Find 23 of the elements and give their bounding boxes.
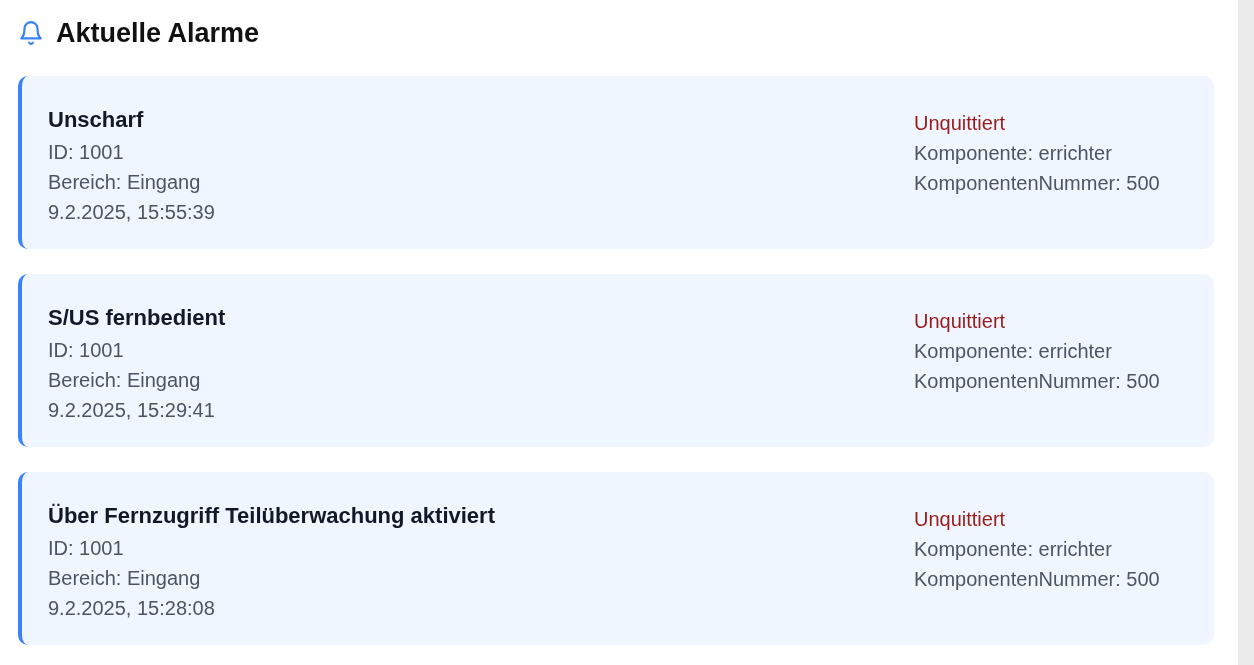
alarm-time: 9.2.2025, 15:28:08 (48, 596, 216, 621)
alarm-component: Komponente: errichter (914, 339, 1113, 364)
alarm-title: Unscharf (48, 106, 145, 134)
alarm-title: S/US fernbedient (48, 304, 226, 332)
alarm-id: ID: 1001 (48, 338, 125, 363)
alarm-status: Unquittiert (914, 111, 1007, 136)
alarm-status: Unquittiert (914, 309, 1007, 334)
alarm-area: Bereich: Eingang (48, 563, 495, 593)
alarm-area: Bereich: Eingang (48, 365, 226, 395)
page-title: Aktuelle Alarme (56, 17, 260, 49)
alarm-time: 9.2.2025, 15:29:41 (48, 398, 216, 423)
alarm-component: Komponente: errichter (914, 537, 1113, 562)
alarm-component-number: KomponentenNummer: 500 (914, 171, 1161, 196)
alarm-status: Unquittiert (914, 507, 1007, 532)
alarm-area: Bereich: Eingang (48, 167, 215, 197)
alarm-id: ID: 1001 (48, 536, 125, 561)
alarm-id: ID: 1001 (48, 140, 125, 165)
alarm-component-number: KomponentenNummer: 500 (914, 369, 1161, 394)
alarm-component: Komponente: errichter (914, 141, 1113, 166)
alarm-title: Über Fernzugriff Teilüberwachung aktiviert (48, 502, 495, 530)
alarm-component-number: KomponentenNummer: 500 (914, 567, 1161, 592)
alarm-time: 9.2.2025, 15:55:39 (48, 200, 215, 225)
bell-icon (18, 19, 44, 47)
